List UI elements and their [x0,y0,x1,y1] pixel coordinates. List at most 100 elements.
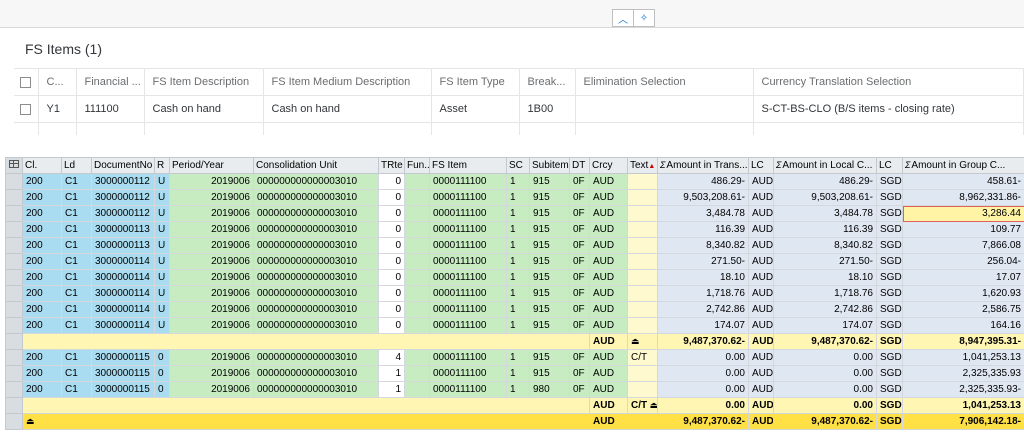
cell-cl[interactable]: 200 [22,349,62,366]
cell-subitem[interactable]: 915 [529,173,570,190]
fs-items-row[interactable]: Y1 111100 Cash on hand Cash on hand Asse… [14,95,1024,123]
cell-cu[interactable]: 000000000000003010 [253,349,379,366]
cell-fsitem[interactable]: 0000111100 [429,269,507,286]
cell-amt-group[interactable]: 2,586.75 [902,301,1024,318]
cell-cu[interactable]: 000000000000003010 [253,173,379,190]
cell-period[interactable]: 2019006 [169,285,254,302]
cell-period[interactable]: 2019006 [169,269,254,286]
cell-trte[interactable]: 0 [378,285,405,302]
cell-subitem[interactable]: 980 [529,381,570,398]
cell-period[interactable]: 2019006 [169,317,254,334]
cell-docno[interactable]: 3000000112 [91,173,155,190]
cell-ld[interactable]: C1 [61,253,92,270]
cell-subitem[interactable]: 915 [529,317,570,334]
cell-trte[interactable]: 0 [378,205,405,222]
cell-fun[interactable] [404,317,430,334]
cell-ld[interactable]: C1 [61,365,92,382]
cell-fun[interactable] [404,173,430,190]
cell-period[interactable]: 2019006 [169,237,254,254]
cell-lc1[interactable]: AUD [748,381,774,398]
cell-crcy[interactable]: AUD [589,349,628,366]
cell-sc[interactable]: 1 [506,349,530,366]
cell-amt-local[interactable]: 3,484.78 [773,205,877,222]
cell-dt[interactable]: 0F [569,237,590,254]
cell-lc2[interactable]: SGD [876,349,903,366]
table-row[interactable]: 200 C1 3000000112 U 2019006 00000000000000301… [5,189,1024,206]
cell-fun[interactable] [404,237,430,254]
cell-ld[interactable]: C1 [61,189,92,206]
row-selector[interactable] [5,269,23,286]
cell-dt[interactable]: 0F [569,253,590,270]
cell-fsitem[interactable]: 0000111100 [429,253,507,270]
cell-amt-group[interactable]: 109.77 [902,221,1024,238]
cell-r[interactable]: 0 [154,349,170,366]
cell-docno[interactable]: 3000000114 [91,253,155,270]
cell-lc1[interactable]: AUD [748,349,774,366]
table-row[interactable]: 200 C1 3000000114 U 2019006 00000000000000301… [5,285,1024,302]
cell-lc1[interactable]: AUD [748,173,774,190]
cell-subitem[interactable]: 915 [529,269,570,286]
cell-text[interactable] [627,237,658,254]
pin-header-button[interactable]: ✧ [633,9,655,27]
cell-cl[interactable]: 200 [22,285,62,302]
row-selector[interactable] [5,365,23,382]
cell-subitem[interactable]: 915 [529,221,570,238]
table-row[interactable]: 200 C1 3000000115 0 2019006 00000000000000301… [5,349,1024,366]
cell-fun[interactable] [404,189,430,206]
row-selector[interactable] [5,397,23,414]
cell-text[interactable] [627,317,658,334]
cell-lc2[interactable]: SGD [876,237,903,254]
table-row[interactable]: 200 C1 3000000114 U 2019006 00000000000000301… [5,269,1024,286]
cell-docno[interactable]: 3000000112 [91,205,155,222]
table-row[interactable]: 200 C1 3000000112 U 2019006 00000000000000301… [5,205,1024,222]
cell-amt-trans[interactable]: 271.50- [657,253,749,270]
cell-cl[interactable]: 200 [22,253,62,270]
cell-text[interactable] [627,365,658,382]
collapse-header-button[interactable]: ︿ [612,9,634,27]
cell-fsitem[interactable]: 0000111100 [429,349,507,366]
cell-r[interactable]: U [154,205,170,222]
cell-ld[interactable]: C1 [61,237,92,254]
cell-crcy[interactable]: AUD [589,189,628,206]
cell-lc1[interactable]: AUD [748,269,774,286]
cell-crcy[interactable]: AUD [589,381,628,398]
cell-cl[interactable]: 200 [22,317,62,334]
cell-lc2[interactable]: SGD [876,205,903,222]
cell-lc1[interactable]: AUD [748,317,774,334]
cell-sc[interactable]: 1 [506,253,530,270]
cell-trte[interactable]: 0 [378,301,405,318]
cell-sc[interactable]: 1 [506,189,530,206]
cell-fun[interactable] [404,381,430,398]
cell-amt-local[interactable]: 2,742.86 [773,301,877,318]
cell-period[interactable]: 2019006 [169,349,254,366]
cell-lc2[interactable]: SGD [876,285,903,302]
row-selector[interactable] [5,333,23,350]
cell-amt-local[interactable]: 8,340.82 [773,237,877,254]
cell-amt-local[interactable]: 1,718.76 [773,285,877,302]
cell-period[interactable]: 2019006 [169,365,254,382]
cell-docno[interactable]: 3000000114 [91,301,155,318]
cell-r[interactable]: U [154,317,170,334]
cell-fun[interactable] [404,221,430,238]
cell-docno[interactable]: 3000000113 [91,237,155,254]
col-financial[interactable]: Financial ... [76,68,145,96]
cell-fun[interactable] [404,301,430,318]
cell-lc1[interactable]: AUD [748,365,774,382]
cell-lc1[interactable]: AUD [748,189,774,206]
table-row[interactable]: 200 C1 3000000112 U 2019006 00000000000000301… [5,173,1024,190]
cell-text[interactable] [627,173,658,190]
cell-cu[interactable]: 000000000000003010 [253,317,379,334]
cell-period[interactable]: 2019006 [169,173,254,190]
cell-ld[interactable]: C1 [61,221,92,238]
cell-lc2[interactable]: SGD [876,301,903,318]
cell-cl[interactable]: 200 [22,269,62,286]
cell-lc2[interactable]: SGD [876,189,903,206]
cell-text[interactable] [627,205,658,222]
cell-cl[interactable]: 200 [22,237,62,254]
cell-amt-local[interactable]: 0.00 [773,365,877,382]
cell-period[interactable]: 2019006 [169,253,254,270]
cell-subitem[interactable]: 915 [529,189,570,206]
cell-fun[interactable] [404,365,430,382]
cell-docno[interactable]: 3000000112 [91,189,155,206]
table-row[interactable]: 200 C1 3000000113 U 2019006 00000000000000301… [5,221,1024,238]
